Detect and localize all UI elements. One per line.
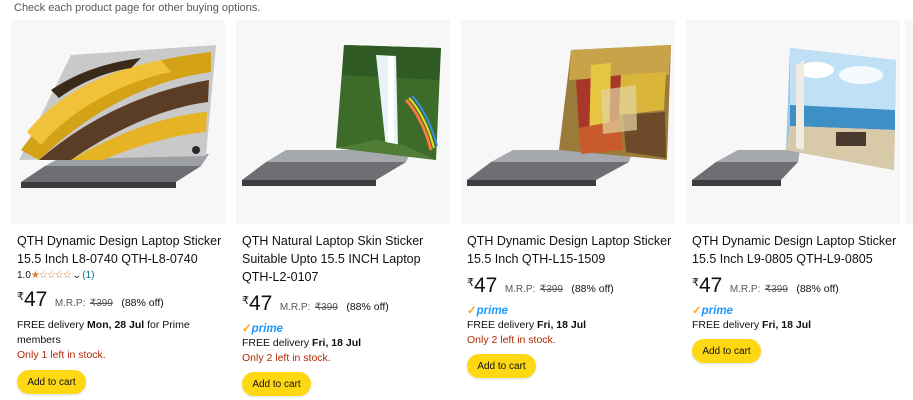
product-price: ₹47 M.R.P: ₹399 (88% off) [692,274,839,298]
prime-label: prime [701,305,733,317]
chevron-down-icon[interactable]: ⌄ [72,270,82,281]
buying-options-notice: Check each product page for other buying… [14,2,261,14]
product-card: QTH Dynamic Design Laptop Sticker 15.5 I… [461,20,675,400]
currency-symbol: ₹ [17,291,24,303]
product-card: QTH Natural Laptop Skin Sticker Suitable… [236,20,450,400]
mrp-label: M.R.P: [504,284,536,295]
prime-label: prime [476,305,508,317]
price-whole: 47 [474,274,498,297]
rating-value: 1.0 [17,270,31,281]
delivery-info: FREE delivery Fri, 18 Jul [242,336,447,351]
add-to-cart-button[interactable]: Add to cart [242,372,311,396]
product-title[interactable]: QTH Natural Laptop Skin Sticker Suitable… [242,232,447,286]
mrp-label: M.R.P: [54,298,86,309]
price-whole: 47 [699,274,723,297]
product-price: ₹47 M.R.P: ₹399 (88% off) [467,274,614,298]
delivery-info: FREE delivery Mon, 28 Jul for Prime memb… [17,318,222,348]
mrp-price: ₹399 [539,284,563,295]
stock-warning: Only 2 left in stock. [467,334,556,346]
product-image[interactable] [11,20,225,224]
currency-symbol: ₹ [467,277,474,289]
delivery-date: Fri, 18 Jul [762,319,812,331]
product-title[interactable]: QTH Dynamic Design Laptop Sticker 15.5 I… [17,232,222,268]
discount-percent: (88% off) [121,297,164,309]
prime-badge: ✓prime [692,303,733,317]
delivery-info: FREE delivery Fri, 18 Jul [467,318,672,333]
delivery-prefix: FREE delivery [692,319,763,331]
product-image[interactable] [236,20,450,224]
next-card-edge [905,20,913,224]
product-card: QTH Dynamic Design Laptop Sticker 15.5 I… [686,20,900,400]
delivery-prefix: FREE delivery [467,319,538,331]
star-rating-icon: ★☆☆☆☆ [30,270,72,281]
prime-badge: ✓prime [242,321,283,335]
discount-percent: (88% off) [796,283,839,295]
delivery-info: FREE delivery Fri, 18 Jul [692,318,897,333]
add-to-cart-button[interactable]: Add to cart [467,354,536,378]
delivery-prefix: FREE delivery [242,337,313,349]
discount-percent: (88% off) [571,283,614,295]
delivery-prefix: FREE delivery [17,319,88,331]
stock-warning: Only 1 left in stock. [17,349,106,361]
rating-count[interactable]: (1) [82,270,94,281]
product-price: ₹47 M.R.P: ₹399 (88% off) [17,288,164,312]
currency-symbol: ₹ [692,277,699,289]
add-to-cart-button[interactable]: Add to cart [692,339,761,363]
price-whole: 47 [249,292,273,315]
prime-check-icon: ✓ [242,323,252,335]
product-image[interactable] [461,20,675,224]
prime-check-icon: ✓ [692,305,702,317]
product-image[interactable] [686,20,900,224]
product-rating[interactable]: 1.0★☆☆☆☆⌄(1) [17,270,95,281]
product-price: ₹47 M.R.P: ₹399 (88% off) [242,292,389,316]
mrp-label: M.R.P: [729,284,761,295]
delivery-date: Mon, 28 Jul [87,319,145,331]
delivery-date: Fri, 18 Jul [537,319,587,331]
mrp-price: ₹399 [89,298,113,309]
delivery-date: Fri, 18 Jul [312,337,362,349]
currency-symbol: ₹ [242,295,249,307]
prime-label: prime [251,323,283,335]
mrp-price: ₹399 [764,284,788,295]
stock-warning: Only 2 left in stock. [242,352,331,364]
mrp-label: M.R.P: [279,302,311,313]
mrp-price: ₹399 [314,302,338,313]
discount-percent: (88% off) [346,301,389,313]
add-to-cart-button[interactable]: Add to cart [17,370,86,394]
product-title[interactable]: QTH Dynamic Design Laptop Sticker 15.5 I… [467,232,672,268]
price-whole: 47 [24,288,48,311]
prime-badge: ✓prime [467,303,508,317]
product-title[interactable]: QTH Dynamic Design Laptop Sticker 15.5 I… [692,232,897,268]
product-card: QTH Dynamic Design Laptop Sticker 15.5 I… [11,20,225,400]
prime-check-icon: ✓ [467,305,477,317]
